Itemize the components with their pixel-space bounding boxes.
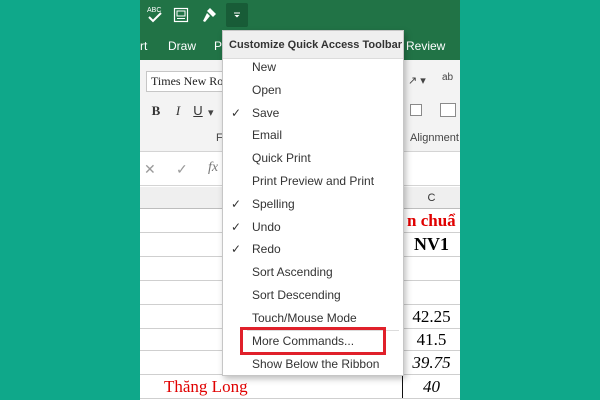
cell-c[interactable]: 39.75 xyxy=(402,351,460,374)
bold-button[interactable]: B xyxy=(148,102,164,120)
print-preview-icon[interactable] xyxy=(170,3,192,27)
cell-c[interactable]: NV1 xyxy=(402,233,460,256)
cell-c[interactable] xyxy=(402,281,460,304)
menu-item-label: Touch/Mouse Mode xyxy=(252,310,357,325)
menu-item-label: Sort Ascending xyxy=(252,265,333,280)
check-icon: ✓ xyxy=(231,242,242,257)
svg-text:ABC: ABC xyxy=(147,7,161,14)
insert-function-icon[interactable]: fx xyxy=(208,160,218,176)
alignment-group-label: Alignment xyxy=(410,132,459,144)
check-icon: ✓ xyxy=(231,196,242,211)
tab-draw[interactable]: Draw xyxy=(168,39,196,53)
menu-item-open[interactable]: Open xyxy=(223,79,403,102)
menu-title: Customize Quick Access Toolbar xyxy=(223,31,403,59)
cell-c[interactable]: 42.25 xyxy=(402,305,460,328)
check-icon: ✓ xyxy=(231,105,242,120)
menu-item-spelling[interactable]: ✓ Spelling xyxy=(223,193,403,216)
highlight-box xyxy=(240,327,386,355)
tab-insert-partial[interactable]: rt xyxy=(140,39,147,53)
cell-c[interactable]: 41.5 xyxy=(402,329,460,350)
menu-item-show-below-ribbon[interactable]: Show Below the Ribbon xyxy=(223,353,403,376)
menu-item-sort-descending[interactable]: Sort Descending xyxy=(223,284,403,307)
tab-page-layout-partial[interactable]: P xyxy=(214,39,222,53)
check-icon: ✓ xyxy=(231,219,242,234)
tab-review[interactable]: Review xyxy=(406,39,445,53)
font-name-box[interactable]: Times New Ro xyxy=(146,71,226,92)
cell-c[interactable] xyxy=(402,257,460,280)
format-painter-icon[interactable] xyxy=(198,3,220,27)
quick-access-toolbar: ABC xyxy=(140,0,460,30)
menu-item-redo[interactable]: ✓ Redo xyxy=(223,238,403,261)
menu-item-label: Sort Descending xyxy=(252,288,341,302)
table-row: Thăng Long 40 xyxy=(140,375,460,399)
customize-dropdown-icon[interactable] xyxy=(226,3,248,27)
cell-c[interactable]: 40 xyxy=(402,375,460,398)
menu-item-label: Save xyxy=(252,105,280,120)
menu-item-label: Email xyxy=(252,128,283,143)
chevron-down-icon[interactable]: ▾ xyxy=(208,106,214,119)
menu-item-label: Spelling xyxy=(252,196,295,211)
menu-item-label: Redo xyxy=(252,242,281,257)
orientation-icon[interactable]: ↗ ▾ xyxy=(408,74,426,87)
customize-qat-menu: Customize Quick Access Toolbar New Open … xyxy=(222,30,404,376)
menu-item-quick-print[interactable]: Quick Print xyxy=(223,147,403,170)
menu-item-email[interactable]: Email xyxy=(223,124,403,147)
cancel-icon[interactable]: ✕ xyxy=(144,161,156,178)
merge-center-icon[interactable] xyxy=(440,103,456,117)
menu-item-label: Quick Print xyxy=(252,151,311,166)
menu-item-label: Show Below the Ribbon xyxy=(252,357,380,371)
menu-item-save[interactable]: ✓ Save xyxy=(223,102,403,125)
menu-item-label: Undo xyxy=(252,219,281,234)
cell-c[interactable]: n chuẩ xyxy=(402,209,460,232)
italic-button[interactable]: I xyxy=(170,102,186,120)
menu-item-new[interactable]: New xyxy=(223,56,403,79)
column-header-c[interactable]: C xyxy=(402,187,460,209)
indent-icon[interactable] xyxy=(410,104,422,116)
menu-item-sort-ascending[interactable]: Sort Ascending xyxy=(223,261,403,284)
menu-item-label: Print Preview and Print xyxy=(252,174,375,188)
underline-button[interactable]: U xyxy=(190,102,206,120)
spelling-check-icon[interactable]: ABC xyxy=(144,3,166,27)
wrap-text-icon[interactable]: ab xyxy=(442,72,453,83)
menu-item-undo[interactable]: ✓ Undo xyxy=(223,216,403,239)
menu-item-label: New xyxy=(252,60,277,74)
menu-item-print-preview[interactable]: Print Preview and Print xyxy=(223,170,403,193)
enter-icon[interactable]: ✓ xyxy=(176,161,188,178)
cell-b[interactable]: Thăng Long xyxy=(140,375,402,398)
menu-item-label: Open xyxy=(252,82,282,97)
